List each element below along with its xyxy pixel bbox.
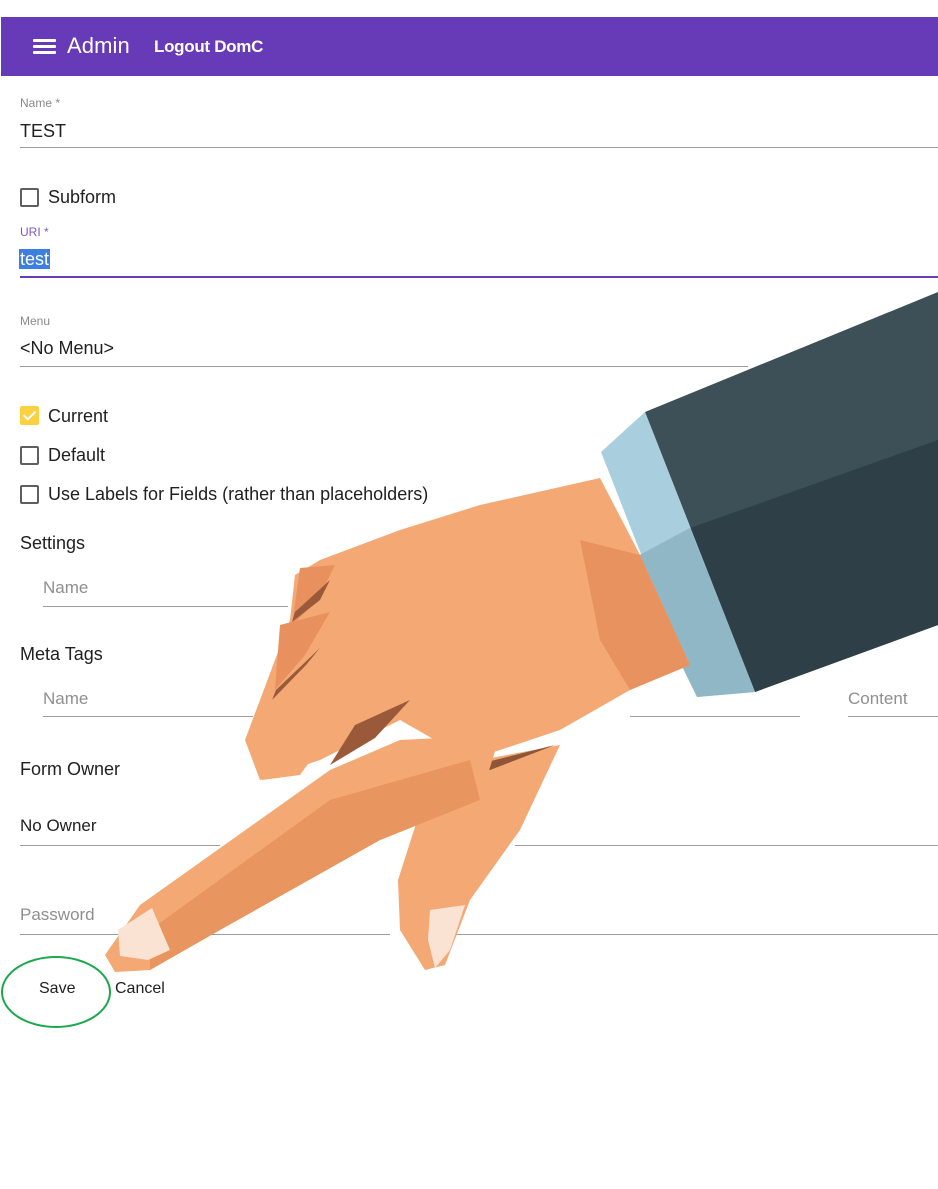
meta-tag-middle-underline (630, 716, 800, 717)
uri-selected-text: test (19, 249, 51, 269)
subform-label: Subform (48, 187, 117, 207)
hamburger-menu-icon[interactable] (33, 37, 56, 55)
meta-tag-content-underline (848, 716, 938, 717)
subform-checkbox[interactable] (20, 188, 39, 207)
default-label: Default (48, 445, 106, 465)
menu-select-underline (20, 366, 748, 367)
meta-tag-content-input[interactable]: Content (848, 689, 908, 709)
current-label: Current (48, 406, 109, 426)
settings-name-input[interactable]: Name (43, 578, 88, 598)
password-underline-right (455, 934, 938, 935)
app-title: Admin (67, 33, 130, 58)
uri-field[interactable]: test (19, 249, 51, 270)
admin-form-page: Admin Logout DomC Name * TEST Subform UR… (0, 0, 938, 1189)
form-owner-underline-left (20, 845, 220, 846)
settings-name-underline (43, 606, 288, 607)
menu-select[interactable]: <No Menu> (20, 338, 114, 359)
pointing-hand-illustration (105, 292, 938, 972)
name-field-label: Name * (20, 96, 61, 110)
uri-field-underline (20, 276, 938, 278)
password-input[interactable]: Password (20, 905, 95, 925)
menu-field-label: Menu (20, 314, 51, 328)
use-labels-label: Use Labels for Fields (rather than place… (48, 484, 429, 504)
form-owner-select[interactable]: No Owner (20, 816, 97, 836)
name-field-underline (20, 147, 938, 148)
form-owner-heading: Form Owner (20, 759, 121, 779)
form-owner-underline-right (515, 845, 938, 846)
uri-field-label: URI * (20, 225, 49, 239)
default-checkbox[interactable] (20, 446, 39, 465)
logout-link[interactable]: Logout DomC (154, 37, 263, 57)
meta-tags-heading: Meta Tags (20, 644, 103, 664)
save-button[interactable]: Save (39, 980, 75, 998)
app-bar: Admin Logout DomC (1, 17, 938, 76)
cuff-icon (601, 412, 755, 697)
current-checkbox[interactable] (20, 406, 39, 425)
meta-tag-name-underline (43, 716, 253, 717)
fingernail-icon (428, 905, 465, 968)
name-field[interactable]: TEST (20, 121, 66, 142)
use-labels-checkbox[interactable] (20, 485, 39, 504)
password-underline-left (20, 934, 390, 935)
cancel-button[interactable]: Cancel (115, 980, 165, 998)
sleeve-icon (645, 292, 938, 692)
settings-heading: Settings (20, 533, 86, 553)
meta-tag-name-input[interactable]: Name (43, 689, 88, 709)
